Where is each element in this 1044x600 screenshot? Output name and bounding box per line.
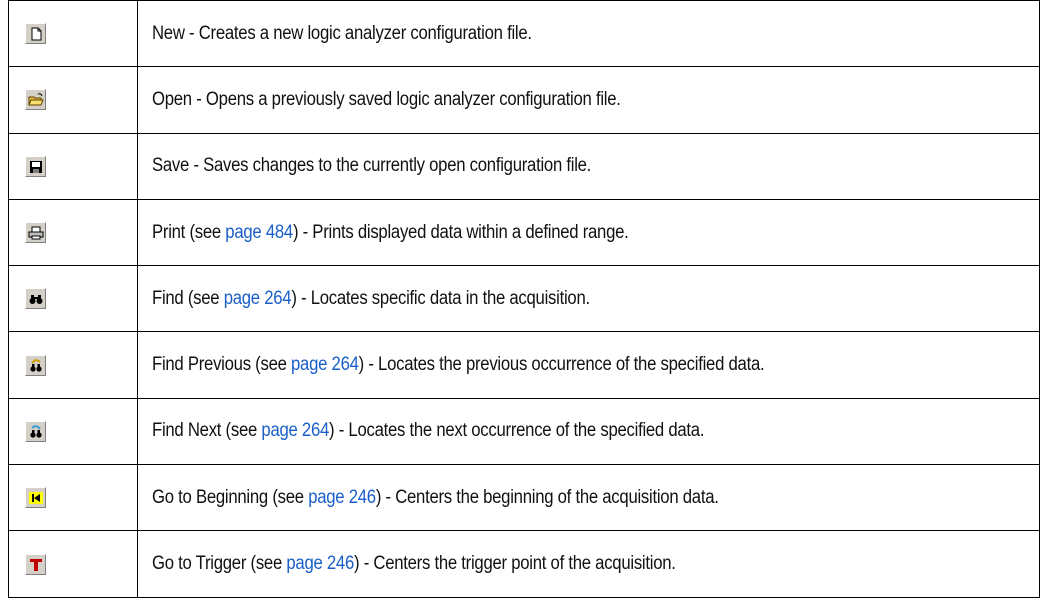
row-description: Find Next (see page 264) - Locates the n… [137, 397, 1040, 466]
command-name: Find [152, 287, 184, 309]
icon-cell [8, 132, 138, 200]
description-text: ) - Locates the previous occurrence of t… [358, 354, 765, 376]
page-link[interactable]: page 484 [225, 222, 293, 243]
see-text: (see [185, 221, 226, 243]
open-folder-icon[interactable] [25, 89, 46, 111]
see-text: (see [267, 486, 309, 508]
page-link[interactable]: page 264 [261, 420, 329, 441]
icon-cell [8, 198, 138, 267]
new-file-icon[interactable] [25, 23, 46, 45]
see-text: (see [221, 420, 262, 442]
find-next-icon[interactable] [25, 420, 46, 442]
row-description: New - Creates a new logic analyzer confi… [137, 0, 1040, 68]
icon-cell [8, 66, 138, 134]
see-text: (see [250, 354, 292, 376]
page-link[interactable]: page 246 [286, 553, 354, 574]
description-text: ) - Locates the next occurrence of the s… [329, 420, 705, 442]
see-text: (see [183, 287, 224, 309]
table-row: New - Creates a new logic analyzer confi… [8, 0, 1040, 68]
table-row: Find Next (see page 264) - Locates the n… [8, 397, 1040, 466]
command-name: Go to Trigger [152, 553, 247, 575]
row-description: Go to Beginning (see page 246) - Centers… [137, 464, 1040, 532]
table-row: Go to Beginning (see page 246) - Centers… [8, 464, 1040, 532]
row-description: Find (see page 264) - Locates specific d… [137, 265, 1040, 333]
icon-cell [8, 265, 138, 333]
command-name: Save [152, 155, 190, 177]
row-description: Print (see page 484) - Prints displayed … [137, 198, 1040, 267]
table-row: Save - Saves changes to the currently op… [8, 132, 1040, 200]
row-description: Open - Opens a previously saved logic an… [137, 66, 1040, 134]
description-text: - Creates a new logic analyzer configura… [184, 22, 532, 44]
see-text: (see [246, 553, 287, 575]
command-name: Open [152, 88, 192, 110]
binoculars-icon[interactable] [25, 288, 46, 310]
description-text: - Saves changes to the currently open co… [189, 155, 592, 177]
icon-cell [8, 530, 138, 598]
command-name: New [152, 22, 185, 44]
icon-cell [8, 0, 138, 68]
command-name: Find Next [152, 420, 222, 442]
description-text: - Opens a previously saved logic analyze… [191, 88, 621, 110]
icon-cell [8, 397, 138, 466]
description-text: ) - Centers the trigger point of the acq… [354, 553, 676, 575]
printer-icon[interactable] [25, 222, 46, 244]
icon-cell [8, 464, 138, 532]
table-row: Find (see page 264) - Locates specific d… [8, 265, 1040, 333]
table-row: Go to Trigger (see page 246) - Centers t… [8, 530, 1040, 598]
icon-cell [8, 331, 138, 399]
row-description: Save - Saves changes to the currently op… [137, 132, 1040, 200]
description-text: ) - Centers the beginning of the acquisi… [375, 486, 719, 508]
command-name: Find Previous [152, 354, 251, 376]
table-row: Print (see page 484) - Prints displayed … [8, 198, 1040, 267]
row-description: Find Previous (see page 264) - Locates t… [137, 331, 1040, 399]
page-link[interactable]: page 246 [308, 487, 376, 508]
table-row: Open - Opens a previously saved logic an… [8, 66, 1040, 134]
description-text: ) - Locates specific data in the acquisi… [291, 287, 590, 309]
command-name: Print [152, 221, 186, 243]
go-to-beginning-icon[interactable] [25, 487, 46, 509]
toolbar-buttons-table: New - Creates a new logic analyzer confi… [8, 0, 1040, 598]
go-to-trigger-icon[interactable] [25, 553, 46, 575]
description-text: ) - Prints displayed data within a defin… [292, 221, 629, 243]
find-previous-icon[interactable] [25, 354, 46, 376]
page-link[interactable]: page 264 [291, 354, 359, 375]
save-disk-icon[interactable] [25, 155, 46, 177]
row-description: Go to Trigger (see page 246) - Centers t… [137, 530, 1040, 598]
table-row: Find Previous (see page 264) - Locates t… [8, 331, 1040, 399]
command-name: Go to Beginning [152, 486, 268, 508]
page-link[interactable]: page 264 [224, 288, 292, 309]
